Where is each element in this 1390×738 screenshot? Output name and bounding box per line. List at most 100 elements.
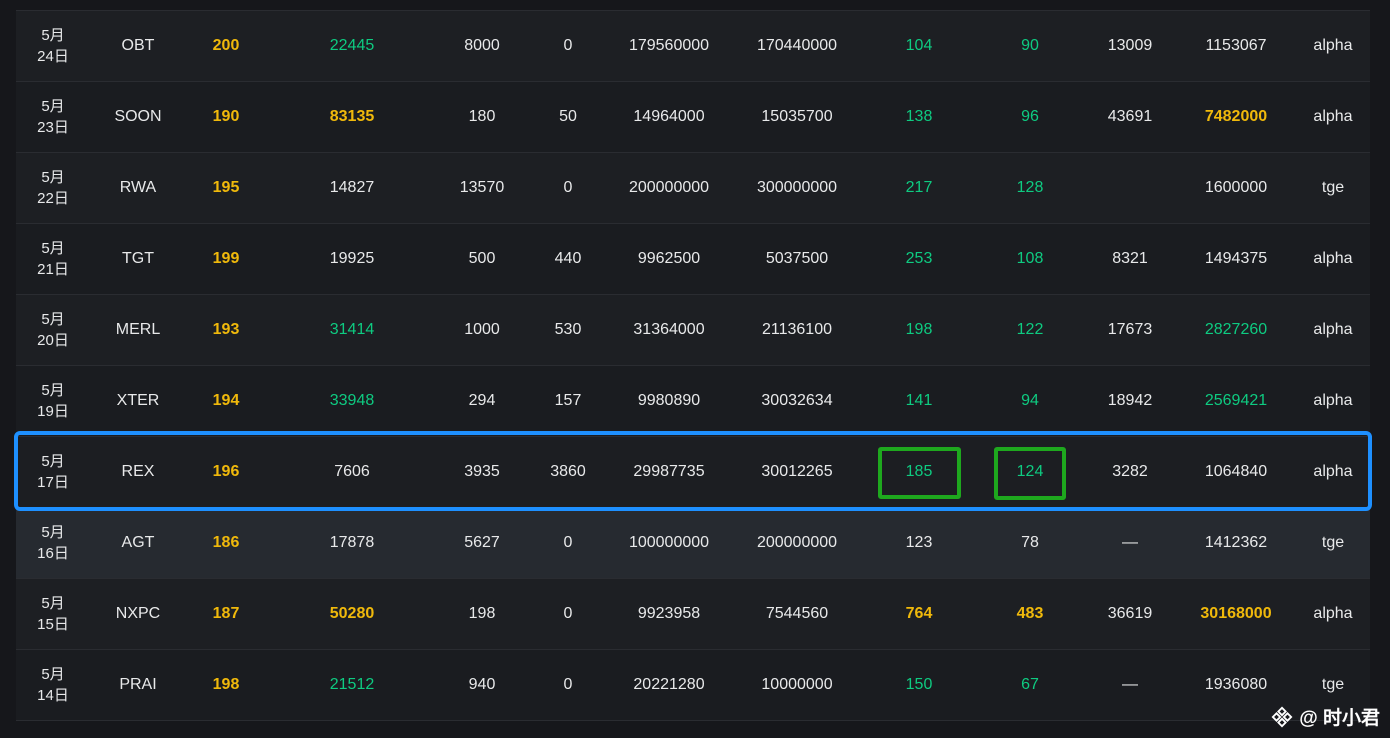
table-row[interactable]: 5月 24日 OBT 200 22445 8000 0 179560000 170… bbox=[16, 11, 1370, 82]
score-cell: 199 bbox=[212, 250, 240, 267]
date-cell: 5月 24日 bbox=[37, 27, 69, 65]
value-cell: 500 bbox=[468, 250, 496, 267]
users-cell: 50280 bbox=[329, 605, 375, 622]
date-cell: 5月 20日 bbox=[37, 311, 69, 349]
table-row[interactable]: 5月 21日 TGT 199 19925 500 440 9962500 5037… bbox=[16, 224, 1370, 295]
value-cell: 157 bbox=[554, 392, 582, 409]
value-cell: 9980890 bbox=[637, 392, 701, 409]
value-cell: 36619 bbox=[1107, 605, 1153, 622]
date-cell: 5月 15日 bbox=[37, 595, 69, 633]
value-cell: 200000000 bbox=[756, 534, 838, 551]
token-cell: AGT bbox=[121, 534, 155, 551]
type-cell: alpha bbox=[1313, 37, 1353, 54]
token-cell: XTER bbox=[116, 392, 160, 409]
value-cell: 78 bbox=[1021, 534, 1039, 551]
table-row-highlighted[interactable]: 5月 17日 REX 196 7606 3935 3860 29987735 30… bbox=[16, 437, 1370, 508]
score-cell: 200 bbox=[212, 37, 240, 54]
table-row[interactable]: 5月 16日 AGT 186 17878 5627 0 100000000 200… bbox=[16, 508, 1370, 579]
value-cell: 3282 bbox=[1112, 463, 1148, 480]
value-cell: 3935 bbox=[464, 463, 500, 480]
value-cell: 122 bbox=[1016, 321, 1044, 338]
users-cell: 22445 bbox=[329, 37, 375, 54]
binance-logo-icon bbox=[1271, 706, 1293, 728]
value-cell: 18942 bbox=[1107, 392, 1153, 409]
value-cell: 15035700 bbox=[761, 108, 833, 125]
value-cell: 0 bbox=[563, 676, 573, 693]
score-cell: 195 bbox=[212, 179, 240, 196]
token-cell: MERL bbox=[115, 321, 161, 338]
type-cell: alpha bbox=[1313, 463, 1353, 480]
value-cell: 300000000 bbox=[756, 179, 838, 196]
value-cell: 179560000 bbox=[628, 37, 710, 54]
value-cell bbox=[1100, 153, 1160, 223]
value-cell: 30012265 bbox=[761, 463, 833, 480]
value-cell: 21136100 bbox=[762, 321, 832, 338]
users-cell: 33948 bbox=[329, 392, 375, 409]
date-cell: 5月 23日 bbox=[37, 98, 69, 136]
value-cell: 13009 bbox=[1107, 37, 1153, 54]
value-cell: 3860 bbox=[550, 463, 586, 480]
type-cell: alpha bbox=[1313, 250, 1353, 267]
value-cell: 0 bbox=[563, 179, 573, 196]
date-cell: 5月 22日 bbox=[37, 169, 69, 207]
date-cell: 5月 16日 bbox=[37, 524, 69, 562]
value-cell: 180 bbox=[468, 108, 496, 125]
score-cell: 193 bbox=[212, 321, 240, 338]
value-cell: 8000 bbox=[464, 37, 500, 54]
value-cell: 1153067 bbox=[1205, 37, 1267, 54]
value-cell: 94 bbox=[1021, 392, 1039, 409]
value-cell: 0 bbox=[563, 534, 573, 551]
table-row[interactable]: 5月 19日 XTER 194 33948 294 157 9980890 300… bbox=[16, 366, 1370, 437]
value-cell: 9923958 bbox=[637, 605, 701, 622]
token-cell: REX bbox=[121, 463, 155, 480]
token-cell: OBT bbox=[121, 37, 155, 54]
value-cell: 2569421 bbox=[1204, 392, 1268, 409]
type-cell: tge bbox=[1321, 534, 1345, 551]
date-cell: 5月 21日 bbox=[37, 240, 69, 278]
table-row[interactable]: 5月 23日 SOON 190 83135 180 50 14964000 150… bbox=[16, 82, 1370, 153]
date-cell: 5月 14日 bbox=[37, 666, 69, 704]
value-cell: 123 bbox=[905, 534, 933, 551]
score-cell: 194 bbox=[212, 392, 240, 409]
value-cell: 17673 bbox=[1107, 321, 1153, 338]
value-cell: 1494375 bbox=[1204, 250, 1268, 267]
score-cell: 186 bbox=[212, 534, 240, 551]
credit-text: @ 时小君 bbox=[1299, 708, 1380, 729]
value-cell: 198 bbox=[905, 321, 933, 338]
value-cell: 5037500 bbox=[765, 250, 829, 267]
token-cell: TGT bbox=[122, 250, 154, 267]
token-cell: PRAI bbox=[119, 676, 157, 693]
users-cell: 17878 bbox=[329, 534, 375, 551]
value-cell: 31364000 bbox=[633, 321, 705, 338]
value-cell: 1600000 bbox=[1204, 179, 1268, 196]
token-cell: RWA bbox=[119, 179, 157, 196]
value-cell: 9962500 bbox=[637, 250, 701, 267]
value-cell: 5627 bbox=[464, 534, 500, 551]
value-cell: 14964000 bbox=[633, 108, 705, 125]
type-cell: alpha bbox=[1313, 108, 1353, 125]
type-cell: alpha bbox=[1313, 392, 1353, 409]
value-cell: 20221280 bbox=[633, 676, 705, 693]
value-cell: 104 bbox=[905, 37, 933, 54]
value-cell: 253 bbox=[905, 250, 933, 267]
table-row[interactable]: 5月 14日 PRAI 198 21512 940 0 20221280 1000… bbox=[16, 650, 1370, 721]
users-cell: 83135 bbox=[329, 108, 375, 125]
table-row[interactable]: 5月 15日 NXPC 187 50280 198 0 9923958 75445… bbox=[16, 579, 1370, 650]
value-cell: 50 bbox=[559, 108, 577, 125]
type-cell: alpha bbox=[1313, 321, 1353, 338]
value-cell: 1000 bbox=[464, 321, 500, 338]
table-row[interactable]: 5月 20日 MERL 193 31414 1000 530 31364000 2… bbox=[16, 295, 1370, 366]
value-cell: 108 bbox=[1016, 250, 1044, 267]
value-cell: — bbox=[1122, 534, 1138, 551]
value-cell: 440 bbox=[554, 250, 582, 267]
value-cell: 0 bbox=[563, 37, 573, 54]
table-row[interactable]: 5月 22日 RWA 195 14827 13570 0 200000000 30… bbox=[16, 153, 1370, 224]
value-cell: 67 bbox=[1021, 676, 1039, 693]
value-cell: 150 bbox=[905, 676, 933, 693]
value-cell: 141 bbox=[905, 392, 933, 409]
value-cell: 13570 bbox=[459, 179, 505, 196]
score-cell: 187 bbox=[212, 605, 240, 622]
value-cell: 7544560 bbox=[765, 605, 829, 622]
value-cell: 43691 bbox=[1107, 108, 1153, 125]
token-cell: SOON bbox=[114, 108, 162, 125]
